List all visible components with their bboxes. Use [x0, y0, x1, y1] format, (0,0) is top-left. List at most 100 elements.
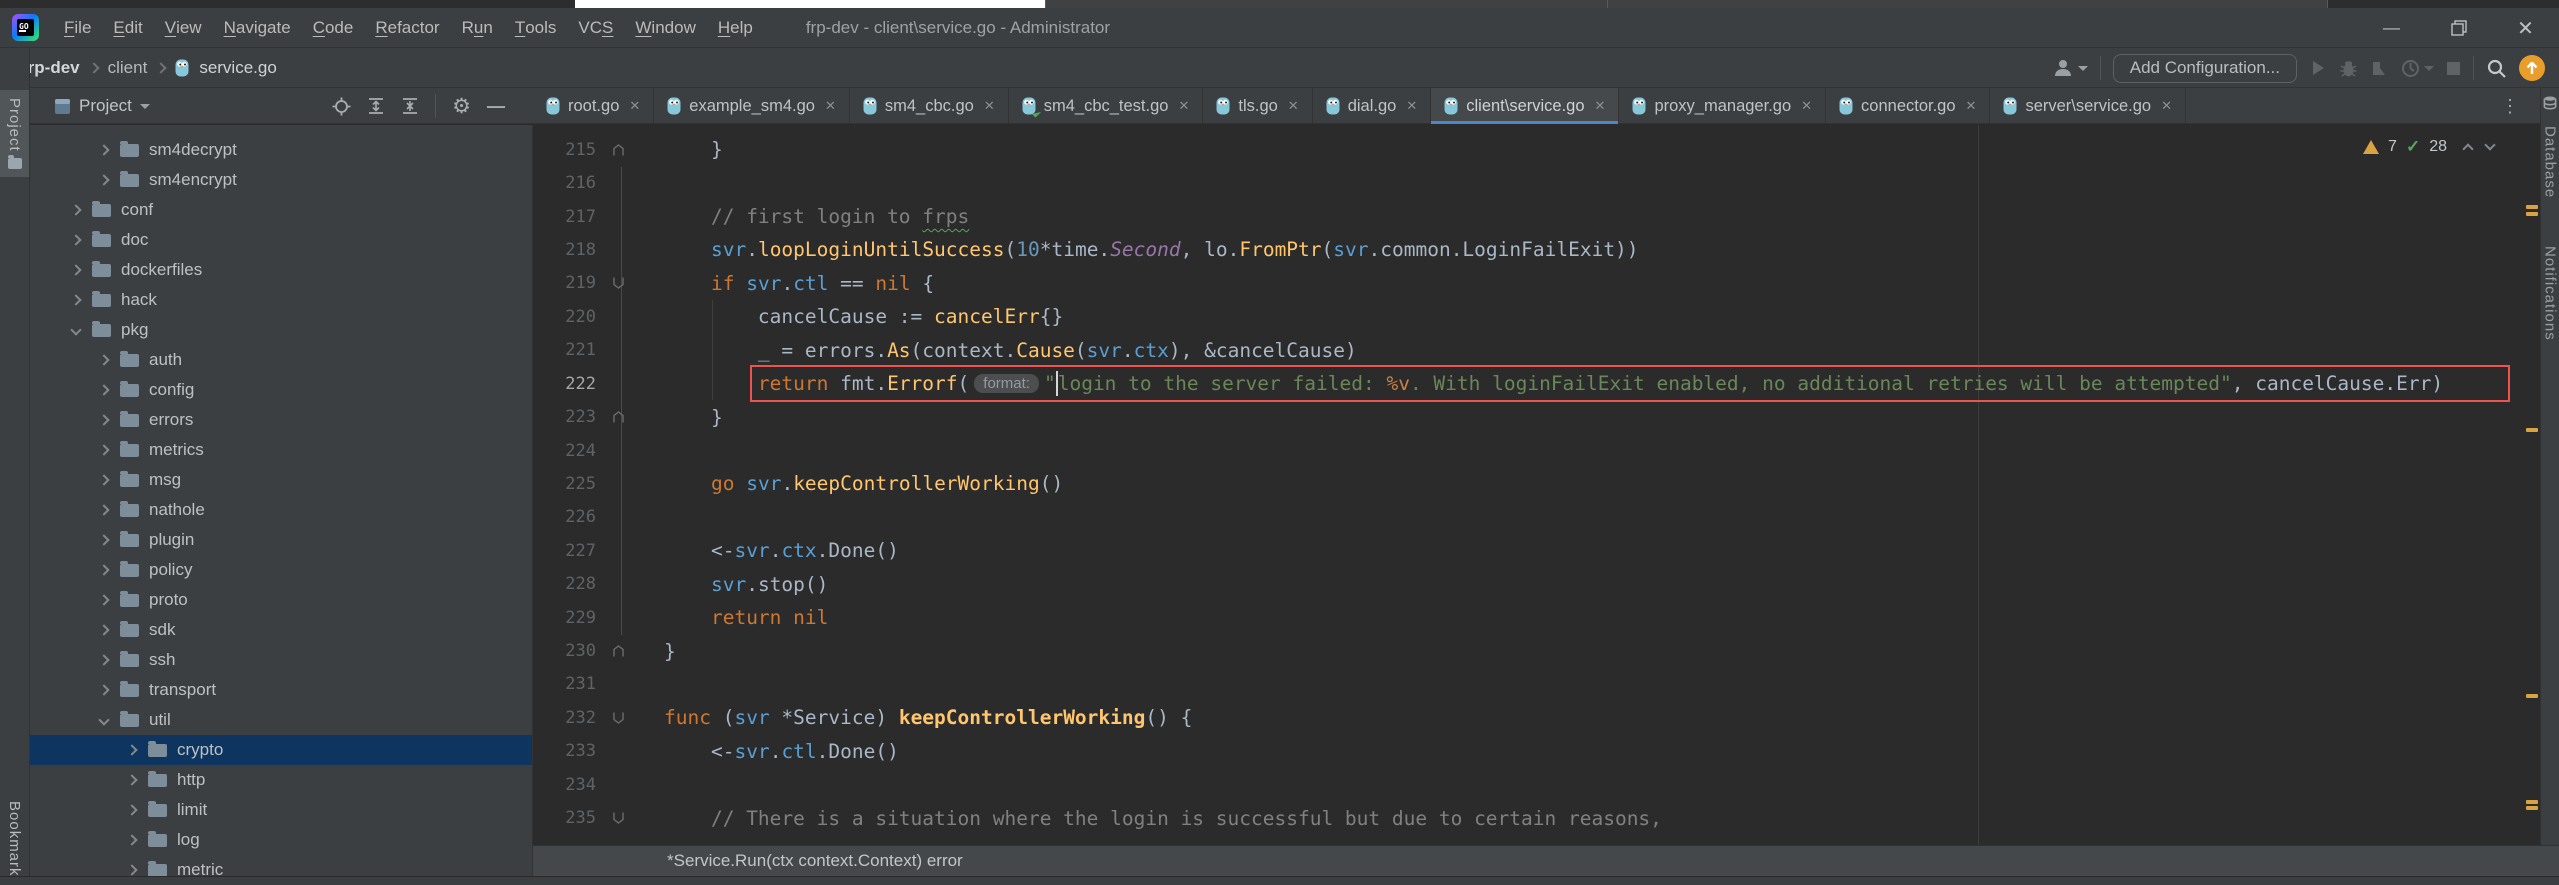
tab-overflow-menu[interactable]: ⋮: [2501, 96, 2520, 117]
tree-item-plugin[interactable]: plugin: [30, 525, 532, 555]
warning-stripe-mark[interactable]: [2526, 800, 2538, 804]
fold-marker-icon[interactable]: [612, 143, 625, 156]
run-with-coverage-button[interactable]: [2401, 59, 2434, 78]
editor-tab-server-service-go[interactable]: server\service.go ✕: [1990, 88, 2186, 124]
chevron-down-icon[interactable]: [70, 324, 82, 336]
chevron-right-icon[interactable]: [126, 774, 138, 786]
chevron-right-icon[interactable]: [98, 354, 110, 366]
chevron-right-icon[interactable]: [70, 234, 82, 246]
editor-tab-example-sm4-go[interactable]: example_sm4.go ✕: [654, 88, 850, 124]
tree-item-nathole[interactable]: nathole: [30, 495, 532, 525]
tree-item-log[interactable]: log: [30, 825, 532, 855]
search-everywhere-button[interactable]: [2486, 58, 2507, 79]
close-icon[interactable]: ✕: [1966, 98, 1977, 114]
menu-code[interactable]: Code: [302, 8, 365, 48]
inspections-widget[interactable]: 7 ✓ 28: [2363, 137, 2496, 157]
tree-item-dockerfiles[interactable]: dockerfiles: [30, 255, 532, 285]
chevron-right-icon[interactable]: [70, 264, 82, 276]
editor-tab-tls-go[interactable]: tls.go ✕: [1203, 88, 1313, 124]
chevron-right-icon[interactable]: [98, 564, 110, 576]
chevron-right-icon[interactable]: [98, 654, 110, 666]
warning-stripe-mark[interactable]: [2526, 806, 2538, 810]
menu-refactor[interactable]: Refactor: [364, 8, 450, 48]
hide-panel-button[interactable]: —: [487, 96, 505, 117]
chevron-right-icon[interactable]: [98, 444, 110, 456]
chevron-down-icon[interactable]: [98, 714, 110, 726]
tree-item-limit[interactable]: limit: [30, 795, 532, 825]
chevron-right-icon[interactable]: [98, 504, 110, 516]
tree-item-util[interactable]: util: [30, 705, 532, 735]
menu-vcs[interactable]: VC S: [567, 8, 624, 48]
stop-button[interactable]: [2446, 61, 2461, 76]
run-button[interactable]: [2309, 59, 2327, 77]
tree-item-hack[interactable]: hack: [30, 285, 532, 315]
close-button[interactable]: ✕: [2492, 8, 2559, 48]
chevron-right-icon[interactable]: [98, 474, 110, 486]
chevron-right-icon[interactable]: [98, 414, 110, 426]
tree-item-sdk[interactable]: sdk: [30, 615, 532, 645]
tree-item-transport[interactable]: transport: [30, 675, 532, 705]
expand-all-button[interactable]: [367, 97, 385, 115]
tree-item-pkg[interactable]: pkg: [30, 315, 532, 345]
chevron-right-icon[interactable]: [126, 834, 138, 846]
fold-marker-icon[interactable]: [612, 411, 625, 424]
code-editor[interactable]: 215 } 216 217 // first login to frps 218 sv…: [534, 125, 2524, 845]
minimize-button[interactable]: —: [2358, 8, 2425, 48]
warning-stripe-mark[interactable]: [2526, 694, 2538, 698]
editor-tab-connector-go[interactable]: connector.go ✕: [1826, 88, 1991, 124]
menu-run[interactable]: Run: [451, 8, 504, 48]
close-icon[interactable]: ✕: [984, 98, 995, 114]
menu-view[interactable]: View: [154, 8, 213, 48]
chevron-right-icon[interactable]: [98, 534, 110, 546]
profiler-button[interactable]: [2370, 59, 2389, 78]
fold-marker-icon[interactable]: [612, 277, 625, 290]
breadcrumb-file[interactable]: service.go: [199, 58, 276, 78]
menu-navigate[interactable]: Navigate: [213, 8, 302, 48]
editor-tab-sm4-cbc-test-go[interactable]: sm4_cbc_test.go ✕: [1009, 88, 1204, 124]
close-icon[interactable]: ✕: [1406, 98, 1417, 114]
tree-item-sm4encrypt[interactable]: sm4encrypt: [30, 165, 532, 195]
update-available-badge[interactable]: [2519, 55, 2545, 81]
chevron-right-icon[interactable]: [126, 804, 138, 816]
close-icon[interactable]: ✕: [1178, 98, 1189, 114]
tool-button-notifications[interactable]: Notifications: [2541, 238, 2559, 349]
menu-tools[interactable]: Tools: [504, 8, 568, 48]
editor-error-stripe[interactable]: [2524, 125, 2540, 845]
locate-file-button[interactable]: [332, 97, 351, 116]
project-panel-title[interactable]: Project: [79, 96, 132, 116]
menu-file[interactable]: File: [53, 8, 102, 48]
close-icon[interactable]: ✕: [1801, 98, 1812, 114]
tree-item-http[interactable]: http: [30, 765, 532, 795]
close-icon[interactable]: ✕: [1288, 98, 1299, 114]
chevron-right-icon[interactable]: [126, 864, 138, 876]
warning-stripe-mark[interactable]: [2526, 428, 2538, 432]
close-icon[interactable]: ✕: [825, 98, 836, 114]
tree-item-sm4decrypt[interactable]: sm4decrypt: [30, 135, 532, 165]
tree-item-crypto[interactable]: crypto: [30, 735, 532, 765]
tree-item-config[interactable]: config: [30, 375, 532, 405]
tree-item-proto[interactable]: proto: [30, 585, 532, 615]
editor-tab-client-service-go[interactable]: client\service.go ✕: [1431, 88, 1620, 124]
breadcrumb-project[interactable]: frp-dev: [22, 58, 80, 78]
tool-button-project[interactable]: Project: [0, 90, 29, 177]
previous-problem-icon[interactable]: [2462, 143, 2474, 155]
close-icon[interactable]: ✕: [1595, 98, 1606, 114]
tree-item-metrics[interactable]: metrics: [30, 435, 532, 465]
editor-tab-proxy-manager-go[interactable]: proxy_manager.go ✕: [1619, 88, 1827, 124]
tree-item-conf[interactable]: conf: [30, 195, 532, 225]
chevron-right-icon[interactable]: [126, 744, 138, 756]
chevron-right-icon[interactable]: [98, 144, 110, 156]
tree-item-msg[interactable]: msg: [30, 465, 532, 495]
debug-button[interactable]: [2339, 59, 2358, 78]
tree-item-metric[interactable]: metric: [30, 855, 532, 876]
fold-marker-icon[interactable]: [612, 645, 625, 658]
warning-stripe-mark[interactable]: [2526, 212, 2538, 216]
menu-window[interactable]: Window: [624, 8, 706, 48]
collapse-all-button[interactable]: [401, 97, 419, 115]
fold-marker-icon[interactable]: [612, 711, 625, 724]
tree-item-doc[interactable]: doc: [30, 225, 532, 255]
tree-item-ssh[interactable]: ssh: [30, 645, 532, 675]
editor-tab-root-go[interactable]: root.go ✕: [533, 88, 655, 124]
add-configuration-button[interactable]: Add Configuration...: [2112, 53, 2297, 83]
restore-button[interactable]: [2425, 8, 2492, 48]
